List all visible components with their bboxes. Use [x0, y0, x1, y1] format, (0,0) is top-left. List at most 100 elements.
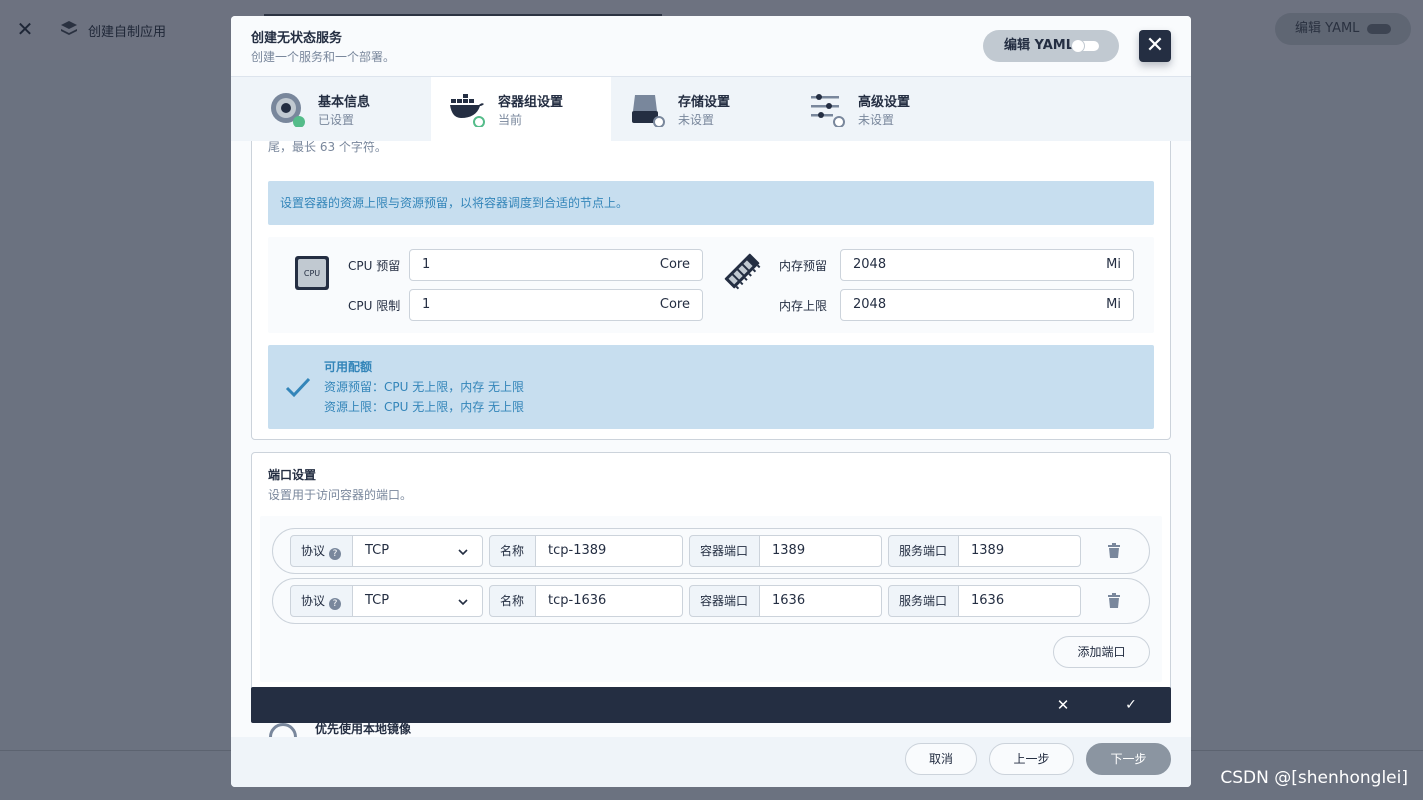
protocol-value: TCP — [365, 543, 390, 558]
resource-info-banner: 设置容器的资源上限与资源预留，以将容器调度到合适的节点上。 — [268, 181, 1154, 225]
app-logo-icon — [61, 21, 77, 35]
memory-limit-value: 2048 — [853, 297, 887, 312]
protocol-label: 协议? — [290, 535, 353, 567]
port-settings-title: 端口设置 — [268, 468, 317, 482]
cpu-limit-value: 1 — [422, 297, 431, 312]
check-icon — [285, 377, 311, 398]
confirm-bar: ✕ ✓ — [251, 687, 1171, 723]
local-image-icon — [269, 723, 297, 737]
local-image-option: 优先使用本地镜像 — [315, 722, 412, 736]
protocol-value: TCP — [365, 593, 390, 608]
port-name-input[interactable]: tcp-1636 — [535, 585, 683, 617]
step-basic-info[interactable]: 基本信息 已设置 — [231, 77, 411, 141]
memory-limit-input[interactable]: 2048 Mi — [840, 289, 1134, 321]
port-list: 协议? TCP 名称 tcp-1389 容器端口 1389 服务端口 1389 — [260, 516, 1162, 682]
cancel-edit-icon[interactable]: ✕ — [1051, 687, 1075, 723]
modal-title: 创建无状态服务 — [251, 31, 343, 46]
step-status: 当前 — [498, 113, 523, 127]
background-yaml-toggle: 编辑 YAML — [1275, 13, 1411, 45]
add-port-button[interactable]: 添加端口 — [1053, 636, 1150, 668]
cpu-request-input[interactable]: 1 Core — [409, 249, 703, 281]
quota-limit-line: 资源上限：CPU 无上限，内存 无上限 — [324, 400, 525, 414]
cancel-button[interactable]: 取消 — [905, 743, 977, 775]
memory-request-value: 2048 — [853, 257, 887, 272]
modal-footer: 取消 上一步 下一步 — [231, 737, 1191, 787]
protocol-label-text: 协议 — [301, 544, 326, 558]
protocol-select[interactable]: TCP — [352, 585, 483, 617]
cpu-limit-input[interactable]: 1 Core — [409, 289, 703, 321]
memory-unit: Mi — [1106, 257, 1121, 272]
trash-icon[interactable] — [1105, 542, 1123, 560]
memory-unit: Mi — [1106, 297, 1121, 312]
create-service-modal: 创建无状态服务 创建一个服务和一个部署。 编辑 YAML ✕ 基本信息 已设置 — [231, 16, 1191, 787]
help-icon[interactable]: ? — [329, 598, 342, 610]
port-row: 协议? TCP 名称 tcp-1636 容器端口 1636 服务端口 1636 — [272, 578, 1150, 624]
cpu-unit: Core — [659, 257, 690, 272]
close-icon: ✕ — [1145, 33, 1165, 58]
service-port-label: 服务端口 — [888, 535, 959, 567]
storage-icon — [632, 95, 665, 127]
step-status: 已设置 — [318, 113, 355, 127]
step-container-settings[interactable]: 容器组设置 当前 — [431, 77, 611, 141]
step-title: 高级设置 — [858, 95, 911, 110]
trash-icon[interactable] — [1105, 592, 1123, 610]
background-toggle-icon — [1367, 24, 1391, 34]
docker-icon — [450, 94, 485, 127]
service-port-input[interactable]: 1389 — [958, 535, 1081, 567]
previous-step-button[interactable]: 上一步 — [989, 743, 1074, 775]
cpu-icon: CPU — [295, 256, 329, 290]
background-title: 创建自制应用 — [88, 25, 167, 40]
name-label: 名称 — [489, 585, 536, 617]
container-port-input[interactable]: 1389 — [759, 535, 882, 567]
protocol-label-text: 协议 — [301, 594, 326, 608]
protocol-label: 协议? — [290, 585, 353, 617]
name-rule-hint: 尾，最长 63 个字符。 — [268, 141, 387, 154]
next-step-button[interactable]: 下一步 — [1086, 743, 1171, 775]
step-nav: 基本信息 已设置 容器组设置 当前 存储设置 未设置 高级设置 未设置 — [231, 77, 1191, 141]
resource-card: 尾，最长 63 个字符。 设置容器的资源上限与资源预留，以将容器调度到合适的节点… — [251, 141, 1171, 440]
cpu-request-label: CPU 预留 — [348, 259, 401, 273]
step-advanced-settings[interactable]: 高级设置 未设置 — [791, 77, 971, 141]
resource-limits: CPU CPU 预留 1 Core CPU 限制 1 Core 内存预留 204… — [268, 237, 1154, 333]
available-quota-banner: 可用配额 资源预留：CPU 无上限，内存 无上限 资源上限：CPU 无上限，内存… — [268, 345, 1154, 429]
step-title: 基本信息 — [318, 95, 371, 110]
background-yaml-label: 编辑 YAML — [1295, 21, 1360, 36]
modal-content: 尾，最长 63 个字符。 设置容器的资源上限与资源预留，以将容器调度到合适的节点… — [231, 141, 1191, 737]
sliders-icon — [811, 94, 845, 127]
toggle-switch-icon[interactable] — [1072, 40, 1099, 52]
info-disc-icon — [271, 93, 305, 127]
quota-request-line: 资源预留：CPU 无上限，内存 无上限 — [324, 380, 525, 394]
step-storage-settings[interactable]: 存储设置 未设置 — [611, 77, 791, 141]
edit-yaml-toggle[interactable]: 编辑 YAML — [983, 30, 1119, 62]
chevron-down-icon — [458, 599, 468, 606]
name-label: 名称 — [489, 535, 536, 567]
cpu-unit: Core — [659, 297, 690, 312]
memory-request-label: 内存预留 — [779, 259, 828, 273]
cpu-request-value: 1 — [422, 257, 431, 272]
port-settings-card: 端口设置 设置用于访问容器的端口。 协议? TCP 名称 tcp-1389 容器… — [251, 452, 1171, 692]
step-title: 存储设置 — [678, 95, 731, 110]
port-settings-description: 设置用于访问容器的端口。 — [268, 488, 413, 502]
port-name-input[interactable]: tcp-1389 — [535, 535, 683, 567]
container-port-input[interactable]: 1636 — [759, 585, 882, 617]
memory-request-input[interactable]: 2048 Mi — [840, 249, 1134, 281]
memory-icon — [724, 253, 761, 290]
step-status: 未设置 — [858, 113, 895, 127]
background-close-icon: ✕ — [16, 17, 34, 41]
cpu-icon-label: CPU — [304, 269, 320, 278]
service-port-input[interactable]: 1636 — [958, 585, 1081, 617]
edit-yaml-label: 编辑 YAML — [1004, 38, 1074, 53]
step-title: 容器组设置 — [498, 95, 564, 110]
close-modal-button[interactable]: ✕ — [1139, 30, 1171, 62]
confirm-edit-icon[interactable]: ✓ — [1119, 687, 1143, 723]
protocol-select[interactable]: TCP — [352, 535, 483, 567]
step-status: 未设置 — [678, 113, 715, 127]
service-port-label: 服务端口 — [888, 585, 959, 617]
port-row: 协议? TCP 名称 tcp-1389 容器端口 1389 服务端口 1389 — [272, 528, 1150, 574]
container-port-label: 容器端口 — [689, 585, 760, 617]
watermark: CSDN @[shenhonglei] — [1220, 768, 1408, 788]
help-icon[interactable]: ? — [329, 548, 342, 560]
quota-title: 可用配额 — [324, 360, 373, 374]
cpu-limit-label: CPU 限制 — [348, 299, 401, 313]
container-port-label: 容器端口 — [689, 535, 760, 567]
